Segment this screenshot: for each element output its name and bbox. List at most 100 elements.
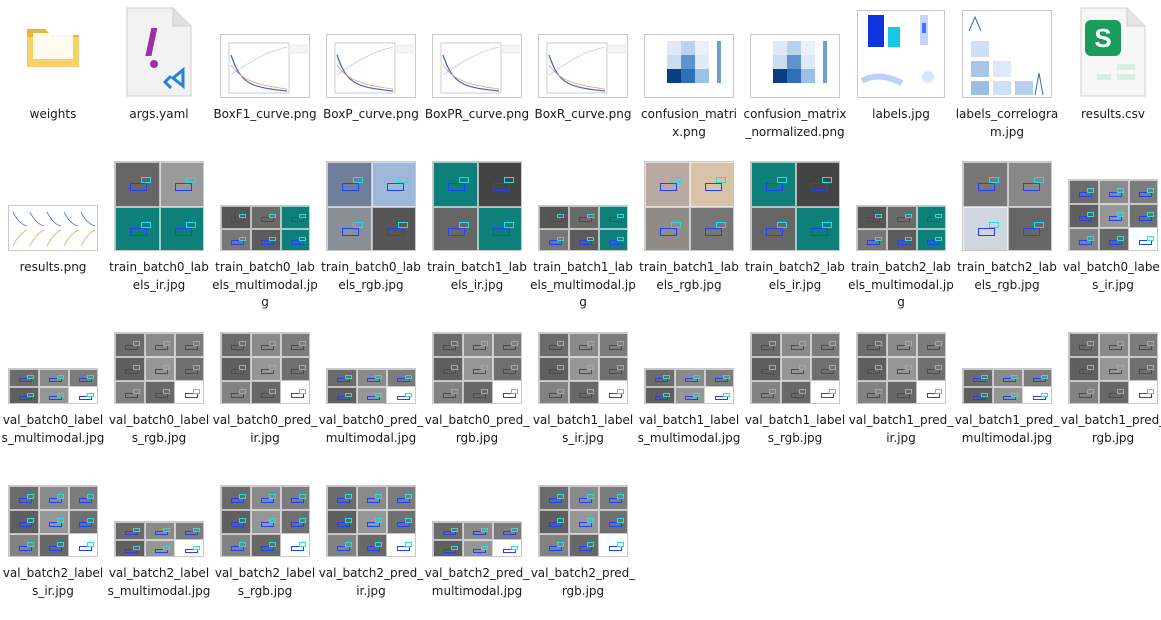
file-name-label: val_batch1_labels_multimodal.jpg <box>637 413 741 445</box>
file-name-label: BoxR_curve.png <box>534 107 632 121</box>
file-item-val-batch0-pred-rgb-jpg[interactable]: val_batch0_pred_rgb.jpg <box>424 314 530 467</box>
file-name-label: val_batch2_labels_multimodal.jpg <box>107 566 211 598</box>
file-item-weights[interactable]: weights <box>0 8 106 161</box>
train-batch0-labels-rgb-jpg-thumbnail <box>318 161 424 251</box>
file-item-val-batch1-labels-rgb-jpg[interactable]: val_batch1_labels_rgb.jpg <box>742 314 848 467</box>
file-name-label: train_batch1_labels_multimodal.jpg <box>530 260 636 309</box>
file-item-val-batch2-labels-multimodal-jpg[interactable]: val_batch2_labels_multimodal.jpg <box>106 467 212 620</box>
results-png-thumbnail <box>0 161 106 251</box>
file-name-label: weights <box>29 107 77 121</box>
train-batch1-labels-ir-jpg-thumbnail <box>424 161 530 251</box>
file-item-val-batch0-pred-ir-jpg[interactable]: val_batch0_pred_ir.jpg <box>212 314 318 467</box>
file-name-label: results.csv <box>1081 107 1145 121</box>
curve-plot-preview <box>220 34 310 98</box>
file-name-label: labels_correlogram.jpg <box>955 107 1059 139</box>
val-batch2-pred-rgb-jpg-thumbnail <box>530 467 636 557</box>
file-grid: weights args.yaml BoxF1_curve.png BoxP_c… <box>0 0 1161 605</box>
file-item-val-batch1-pred-ir-jpg[interactable]: val_batch1_pred_ir.jpg <box>848 314 954 467</box>
file-item-train-batch1-labels-multimodal-jpg[interactable]: train_batch1_labels_multimodal.jpg <box>530 161 636 314</box>
folder-icon <box>27 29 79 67</box>
file-item-boxp-curve-png[interactable]: BoxP_curve.png <box>318 8 424 161</box>
val-batch1-labels-rgb-jpg-thumbnail <box>742 314 848 404</box>
file-item-results-png[interactable]: results.png <box>0 161 106 314</box>
file-name-label: BoxPR_curve.png <box>424 107 530 121</box>
weights-thumbnail <box>0 0 106 90</box>
file-item-labels-correlogram-jpg[interactable]: labels_correlogram.jpg <box>954 8 1060 161</box>
labels-preview <box>857 10 945 98</box>
boxf1-curve-png-thumbnail <box>212 8 318 98</box>
svg-text:S: S <box>1094 23 1111 53</box>
val-batch1-pred-multimodal-jpg-thumbnail <box>954 314 1060 404</box>
val-batch0-labels-multimodal-jpg-thumbnail <box>0 314 106 404</box>
file-item-val-batch0-labels-ir-jpg[interactable]: val_batch0_labels_ir.jpg <box>1060 161 1161 314</box>
file-item-val-batch2-labels-rgb-jpg[interactable]: val_batch2_labels_rgb.jpg <box>212 467 318 620</box>
file-item-confusion-matrix-png[interactable]: confusion_matrix.png <box>636 8 742 161</box>
file-name-label: val_batch1_pred_rgb.jpg <box>1060 413 1161 445</box>
file-item-confusion-matrix-normalized-png[interactable]: confusion_matrix_normalized.png <box>742 8 848 161</box>
file-item-val-batch0-pred-multimodal-jpg[interactable]: val_batch0_pred_multimodal.jpg <box>318 314 424 467</box>
file-item-val-batch1-pred-rgb-jpg[interactable]: val_batch1_pred_rgb.jpg <box>1060 314 1161 467</box>
file-item-val-batch2-pred-ir-jpg[interactable]: val_batch2_pred_ir.jpg <box>318 467 424 620</box>
train-batch1-labels-multimodal-jpg-thumbnail <box>530 161 636 251</box>
val-batch0-labels-ir-jpg-thumbnail <box>1060 161 1161 251</box>
file-item-train-batch1-labels-ir-jpg[interactable]: train_batch1_labels_ir.jpg <box>424 161 530 314</box>
file-name-label: train_batch0_labels_ir.jpg <box>109 260 209 292</box>
file-name-label: BoxP_curve.png <box>323 107 419 121</box>
train-batch2-labels-multimodal-jpg-thumbnail <box>848 161 954 251</box>
file-name-label: val_batch0_labels_multimodal.jpg <box>1 413 105 445</box>
file-name-label: val_batch0_labels_ir.jpg <box>1062 260 1161 292</box>
file-name-label: train_batch2_labels_ir.jpg <box>745 260 845 292</box>
train-batch2-labels-rgb-jpg-thumbnail <box>954 161 1060 251</box>
val-batch2-labels-multimodal-jpg-thumbnail <box>106 467 212 557</box>
train-batch0-labels-ir-jpg-thumbnail <box>106 161 212 251</box>
val-batch2-pred-multimodal-jpg-thumbnail <box>424 467 530 557</box>
file-item-train-batch1-labels-rgb-jpg[interactable]: train_batch1_labels_rgb.jpg <box>636 161 742 314</box>
file-item-val-batch2-labels-ir-jpg[interactable]: val_batch2_labels_ir.jpg <box>0 467 106 620</box>
file-name-label: val_batch1_pred_ir.jpg <box>848 413 954 445</box>
file-name-label: val_batch2_labels_rgb.jpg <box>214 566 316 598</box>
file-item-train-batch2-labels-rgb-jpg[interactable]: train_batch2_labels_rgb.jpg <box>954 161 1060 314</box>
file-item-val-batch0-labels-rgb-jpg[interactable]: val_batch0_labels_rgb.jpg <box>106 314 212 467</box>
file-name-label: train_batch0_labels_multimodal.jpg <box>212 260 318 309</box>
file-name-label: val_batch1_labels_rgb.jpg <box>744 413 846 445</box>
confusion-matrix-png-thumbnail <box>636 8 742 98</box>
file-item-train-batch0-labels-rgb-jpg[interactable]: train_batch0_labels_rgb.jpg <box>318 161 424 314</box>
file-item-val-batch1-pred-multimodal-jpg[interactable]: val_batch1_pred_multimodal.jpg <box>954 314 1060 467</box>
file-item-val-batch1-labels-multimodal-jpg[interactable]: val_batch1_labels_multimodal.jpg <box>636 314 742 467</box>
file-item-val-batch2-pred-multimodal-jpg[interactable]: val_batch2_pred_multimodal.jpg <box>424 467 530 620</box>
val-batch1-labels-multimodal-jpg-thumbnail <box>636 314 742 404</box>
file-name-label: val_batch0_pred_ir.jpg <box>212 413 318 445</box>
file-name-label: train_batch1_labels_rgb.jpg <box>639 260 739 292</box>
file-name-label: args.yaml <box>129 107 189 121</box>
file-name-label: val_batch2_labels_ir.jpg <box>2 566 104 598</box>
val-batch2-pred-ir-jpg-thumbnail <box>318 467 424 557</box>
file-name-label: val_batch0_pred_multimodal.jpg <box>318 413 424 445</box>
file-item-train-batch2-labels-multimodal-jpg[interactable]: train_batch2_labels_multimodal.jpg <box>848 161 954 314</box>
train-batch0-labels-multimodal-jpg-thumbnail <box>212 161 318 251</box>
file-item-train-batch2-labels-ir-jpg[interactable]: train_batch2_labels_ir.jpg <box>742 161 848 314</box>
spreadsheet-file-icon: S <box>1080 7 1146 97</box>
file-item-results-csv[interactable]: S results.csv <box>1060 7 1161 161</box>
file-item-val-batch0-labels-multimodal-jpg[interactable]: val_batch0_labels_multimodal.jpg <box>0 314 106 467</box>
file-item-labels-jpg[interactable]: labels.jpg <box>848 8 954 161</box>
file-name-label: train_batch1_labels_ir.jpg <box>427 260 527 292</box>
file-item-args-yaml[interactable]: args.yaml <box>106 7 212 161</box>
file-item-boxr-curve-png[interactable]: BoxR_curve.png <box>530 8 636 161</box>
val-batch0-pred-ir-jpg-thumbnail <box>212 314 318 404</box>
labels-correlogram-jpg-thumbnail <box>954 8 1060 98</box>
matrix-preview <box>644 34 734 98</box>
val-batch2-labels-ir-jpg-thumbnail <box>0 467 106 557</box>
file-item-boxpr-curve-png[interactable]: BoxPR_curve.png <box>424 8 530 161</box>
file-item-train-batch0-labels-ir-jpg[interactable]: train_batch0_labels_ir.jpg <box>106 161 212 314</box>
file-name-label: results.png <box>19 260 87 274</box>
file-item-train-batch0-labels-multimodal-jpg[interactable]: train_batch0_labels_multimodal.jpg <box>212 161 318 314</box>
file-item-val-batch2-pred-rgb-jpg[interactable]: val_batch2_pred_rgb.jpg <box>530 467 636 620</box>
file-item-val-batch1-labels-ir-jpg[interactable]: val_batch1_labels_ir.jpg <box>530 314 636 467</box>
file-item-boxf1-curve-png[interactable]: BoxF1_curve.png <box>212 8 318 161</box>
train-batch1-labels-rgb-jpg-thumbnail <box>636 161 742 251</box>
file-name-label: train_batch2_labels_rgb.jpg <box>957 260 1057 292</box>
file-name-label: val_batch0_labels_rgb.jpg <box>108 413 210 445</box>
file-name-label: train_batch0_labels_rgb.jpg <box>321 260 421 292</box>
boxpr-curve-png-thumbnail <box>424 8 530 98</box>
confusion-matrix-normalized-png-thumbnail <box>742 8 848 98</box>
